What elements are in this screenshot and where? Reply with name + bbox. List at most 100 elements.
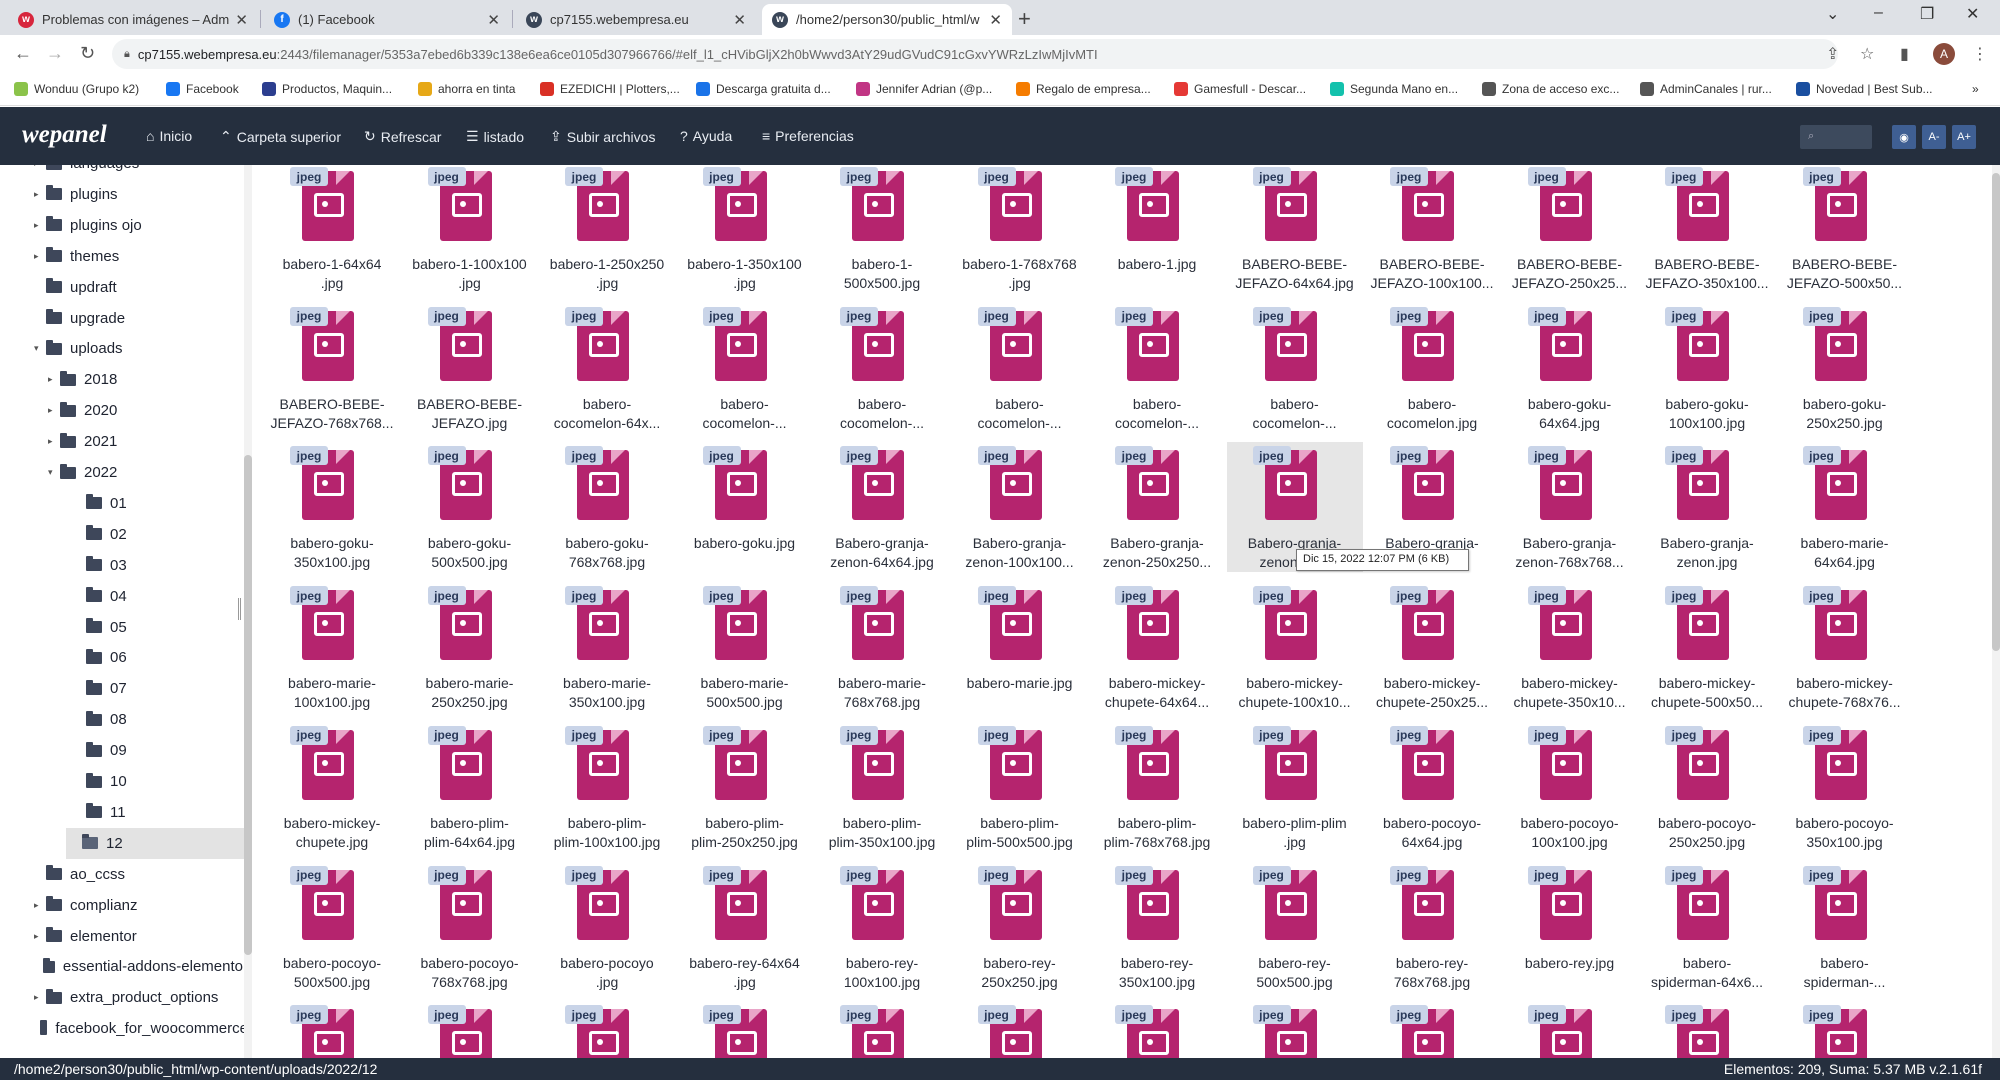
file-item[interactable]: jpeg babero- cocomelon-... xyxy=(1227,303,1363,433)
file-item[interactable]: jpeg babero- cocomelon-... xyxy=(814,303,950,433)
file-item[interactable]: jpeg babero-marie- 64x64.jpg xyxy=(1777,442,1913,572)
file-item[interactable]: jpeg babero-rey- 250x250.jpg xyxy=(952,862,1088,992)
bookmark-item[interactable]: Productos, Maquin... xyxy=(262,82,392,96)
file-item[interactable]: jpeg babero-mickey- chupete-350x10... xyxy=(1502,582,1638,712)
tree-folder-essential-addons-elementor[interactable]: essential-addons-elementor xyxy=(0,951,247,982)
tab-search-icon[interactable]: ⌄ xyxy=(1826,4,1839,24)
tree-folder-01[interactable]: 01 xyxy=(0,488,247,519)
file-item[interactable]: jpeg babero-pocoyo- 350x100.jpg xyxy=(1777,722,1913,852)
file-item[interactable]: jpeg babero-pocoyo- 500x500.jpg xyxy=(264,862,400,992)
file-item[interactable]: jpeg babero-mickey- chupete-100x10... xyxy=(1227,582,1363,712)
tree-folder-plugins[interactable]: ▸ plugins xyxy=(0,179,247,210)
bookmark-item[interactable]: Jennifer Adrian (@p... xyxy=(856,82,992,96)
file-item[interactable]: jpeg xyxy=(952,1001,1088,1058)
file-grid-scrollbar[interactable] xyxy=(1992,165,2000,1058)
file-item[interactable]: jpeg babero- cocomelon-... xyxy=(1089,303,1225,433)
forward-icon[interactable]: → xyxy=(46,43,64,64)
file-item[interactable]: jpeg babero-plim- plim-350x100.jpg xyxy=(814,722,950,852)
file-item[interactable]: jpeg babero-rey- 500x500.jpg xyxy=(1227,862,1363,992)
restore-icon[interactable]: ❐ xyxy=(1920,4,1934,24)
tree-folder-plugins-ojo[interactable]: ▸ plugins ojo xyxy=(0,210,247,241)
browser-tab-4[interactable]: w/home2/person30/public_html/w ✕ xyxy=(762,4,1012,35)
tree-folder-themes[interactable]: ▸ themes xyxy=(0,241,247,272)
bookmark-item[interactable]: ahorra en tinta xyxy=(418,82,515,96)
file-item[interactable]: jpeg Babero-granja- zenon-768x768... xyxy=(1502,442,1638,572)
file-item[interactable]: jpeg babero-mickey- chupete.jpg xyxy=(264,722,400,852)
file-item[interactable]: jpeg Babero-granja- zenon-100x100... xyxy=(952,442,1088,572)
tree-folder-updraft[interactable]: updraft xyxy=(0,272,247,303)
caret-right-icon[interactable]: ▸ xyxy=(48,405,60,416)
tree-folder-2020[interactable]: ▸ 2020 xyxy=(0,395,247,426)
caret-right-icon[interactable]: ▸ xyxy=(34,251,46,262)
tree-folder-11[interactable]: 11 xyxy=(0,797,247,828)
file-item[interactable]: jpeg babero-1.jpg xyxy=(1089,165,1225,293)
file-item[interactable]: jpeg BABERO-BEBE- JEFAZO-64x64.jpg xyxy=(1227,165,1363,293)
tree-folder-languages[interactable]: ▸ languages xyxy=(0,165,247,179)
file-item[interactable]: jpeg BABERO-BEBE- JEFAZO-100x100... xyxy=(1364,165,1500,293)
caret-right-icon[interactable]: ▸ xyxy=(48,374,60,385)
tree-folder-05[interactable]: 05 xyxy=(0,612,247,643)
tree-folder-04[interactable]: 04 xyxy=(0,581,247,612)
file-item[interactable]: jpeg xyxy=(1777,1001,1913,1058)
file-item[interactable]: jpeg BABERO-BEBE- JEFAZO-500x50... xyxy=(1777,165,1913,293)
file-item[interactable]: jpeg babero-plim-plim .jpg xyxy=(1227,722,1363,852)
file-item[interactable]: jpeg babero-marie- 250x250.jpg xyxy=(402,582,538,712)
tab-close-icon[interactable]: ✕ xyxy=(733,11,746,29)
bookmark-item[interactable]: Zona de acceso exc... xyxy=(1482,82,1619,96)
caret-right-icon[interactable]: ▸ xyxy=(34,220,46,231)
file-item[interactable]: jpeg babero-goku- 768x768.jpg xyxy=(539,442,675,572)
file-item[interactable]: jpeg babero- cocomelon-... xyxy=(952,303,1088,433)
toolbar-button-chevron-up[interactable]: ⌃ Carpeta superior xyxy=(220,128,341,145)
file-item[interactable]: jpeg babero-goku- 350x100.jpg xyxy=(264,442,400,572)
file-item[interactable]: jpeg xyxy=(677,1001,813,1058)
file-item[interactable]: jpeg BABERO-BEBE- JEFAZO-250x25... xyxy=(1502,165,1638,293)
tree-folder-03[interactable]: 03 xyxy=(0,550,247,581)
file-item[interactable]: jpeg babero- cocomelon-... xyxy=(677,303,813,433)
tree-folder-elementor[interactable]: ▸ elementor xyxy=(0,921,247,952)
new-tab-button[interactable]: + xyxy=(1018,6,1031,32)
caret-right-icon[interactable]: ▸ xyxy=(48,436,60,447)
caret-down-icon[interactable]: ▾ xyxy=(48,467,60,478)
bookmark-item[interactable]: Wonduu (Grupo k2) xyxy=(14,82,139,96)
file-item[interactable]: jpeg babero- cocomelon-64x... xyxy=(539,303,675,433)
file-item[interactable]: jpeg Babero-granja- zenon.jpg xyxy=(1639,442,1775,572)
file-item[interactable]: jpeg babero-1- 500x500.jpg xyxy=(814,165,950,293)
file-item[interactable]: jpeg babero-plim- plim-768x768.jpg xyxy=(1089,722,1225,852)
browser-tab-3[interactable]: w cp7155.webempresa.eu ✕ xyxy=(516,4,756,35)
file-item[interactable]: jpeg xyxy=(814,1001,950,1058)
file-item[interactable]: jpeg babero-1-350x100 .jpg xyxy=(677,165,813,293)
reload-icon[interactable]: ↻ xyxy=(80,43,95,64)
file-item[interactable]: jpeg babero-mickey- chupete-768x76... xyxy=(1777,582,1913,712)
tree-folder-08[interactable]: 08 xyxy=(0,704,247,735)
file-item[interactable]: jpeg xyxy=(1639,1001,1775,1058)
file-item[interactable]: jpeg babero-rey- 100x100.jpg xyxy=(814,862,950,992)
file-item[interactable]: jpeg babero-goku- 64x64.jpg xyxy=(1502,303,1638,433)
browser-tab-1[interactable]: w Problemas con imágenes – Adm ✕ xyxy=(8,4,258,35)
file-item[interactable]: jpeg BABERO-BEBE- JEFAZO.jpg xyxy=(402,303,538,433)
tree-folder-extra-product-options[interactable]: ▸ extra_product_options xyxy=(0,982,247,1013)
caret-right-icon[interactable]: ▸ xyxy=(34,165,46,169)
tree-folder-complianz[interactable]: ▸ complianz xyxy=(0,890,247,921)
share-icon[interactable]: ⇪ xyxy=(1826,44,1839,64)
file-item[interactable]: jpeg xyxy=(1227,1001,1363,1058)
caret-right-icon[interactable]: ▸ xyxy=(34,931,46,942)
toolbar-button-help[interactable]: ? Ayuda xyxy=(680,128,732,144)
file-item[interactable]: jpeg Babero-granja- zenon-250x250... xyxy=(1089,442,1225,572)
tree-folder-ao-ccss[interactable]: ao_ccss xyxy=(0,859,247,890)
back-icon[interactable]: ← xyxy=(14,43,32,64)
bookmark-item[interactable]: Facebook xyxy=(166,82,239,96)
file-item[interactable]: jpeg babero-rey- 768x768.jpg xyxy=(1364,862,1500,992)
font-increase-icon[interactable]: A+ xyxy=(1952,125,1976,149)
file-item[interactable]: jpeg babero-marie- 500x500.jpg xyxy=(677,582,813,712)
toolbar-button-upload[interactable]: ⇪ Subir archivos xyxy=(550,128,655,145)
tree-folder-07[interactable]: 07 xyxy=(0,673,247,704)
file-item[interactable]: jpeg xyxy=(1502,1001,1638,1058)
file-item[interactable]: jpeg babero-plim- plim-64x64.jpg xyxy=(402,722,538,852)
file-search-input[interactable]: ⌕ xyxy=(1800,125,1872,149)
file-item[interactable]: jpeg xyxy=(402,1001,538,1058)
file-item[interactable]: jpeg babero-pocoyo- 250x250.jpg xyxy=(1639,722,1775,852)
file-grid-scrollbar-thumb[interactable] xyxy=(1992,173,2000,651)
file-item[interactable]: jpeg babero- cocomelon.jpg xyxy=(1364,303,1500,433)
font-decrease-icon[interactable]: A- xyxy=(1922,125,1946,149)
file-item[interactable]: jpeg babero-pocoyo- 100x100.jpg xyxy=(1502,722,1638,852)
